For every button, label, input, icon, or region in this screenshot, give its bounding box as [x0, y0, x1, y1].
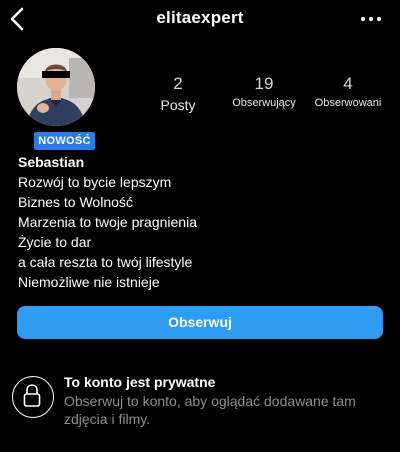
top-bar: elitaexpert — [0, 0, 400, 38]
followers-label: Obserwujący — [232, 97, 296, 109]
followers-stat[interactable]: 19 Obserwujący — [222, 74, 306, 109]
follow-button[interactable]: Obserwuj — [17, 306, 383, 339]
bio-line: Marzenia to twoje pragnienia — [18, 214, 197, 230]
following-count: 4 — [343, 74, 353, 93]
bio-line: Rozwój to bycie lepszym — [18, 174, 172, 190]
avatar-image — [17, 48, 95, 126]
profile-name: Sebastian — [18, 154, 85, 170]
bio-line: a cała reszta to twój lifestyle — [18, 254, 193, 270]
bio-line: Życie to dar — [18, 234, 92, 250]
profile-username: elitaexpert — [156, 8, 244, 27]
bio-line: Niemożliwe nie istnieje — [18, 274, 160, 290]
posts-label: Posty — [160, 97, 196, 113]
profile-bio: Sebastian Rozwój to bycie lepszym Biznes… — [18, 154, 388, 292]
followers-count: 19 — [254, 74, 274, 93]
posts-stat[interactable]: 2 Posty — [153, 74, 203, 113]
lock-icon — [12, 376, 54, 418]
posts-count: 2 — [173, 74, 183, 93]
private-account-description: Obserwuj to konto, aby oglądać dodawane … — [64, 393, 356, 427]
private-account-title: To konto jest prywatne — [64, 374, 216, 390]
following-label: Obserwowani — [314, 97, 382, 109]
avatar[interactable] — [17, 48, 95, 126]
following-stat[interactable]: 4 Obserwowani — [308, 74, 388, 109]
new-badge: NOWOŚĆ — [32, 130, 97, 152]
bio-line: Biznes to Wolność — [18, 194, 133, 210]
more-options-icon[interactable] — [360, 10, 382, 28]
